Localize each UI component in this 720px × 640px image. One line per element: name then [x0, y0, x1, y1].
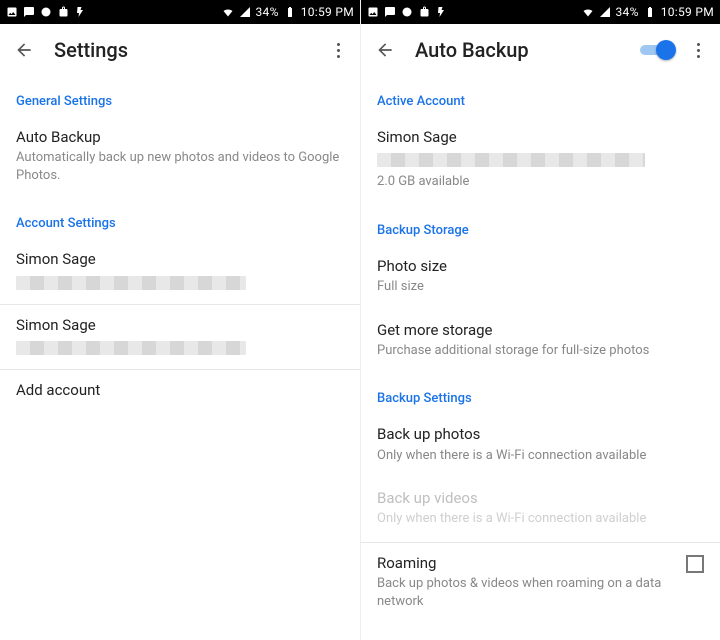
item-subtitle: Automatically back up new photos and vid… — [16, 149, 344, 184]
section-header-backup-storage: Backup Storage — [361, 205, 720, 246]
account-name: Simon Sage — [16, 249, 344, 269]
status-bar: 34% 10:59 PM — [0, 0, 360, 24]
steam-icon — [40, 6, 52, 18]
item-subtitle: Purchase additional storage for full-siz… — [377, 342, 704, 360]
arrow-left-icon — [14, 40, 34, 60]
bolt-icon — [74, 6, 86, 18]
section-header-backup-settings: Backup Settings — [361, 373, 720, 414]
page-title: Settings — [54, 38, 326, 62]
wifi-icon — [582, 6, 594, 18]
arrow-left-icon — [375, 40, 395, 60]
steam-icon — [401, 6, 413, 18]
battery-icon — [284, 6, 296, 18]
roaming-item[interactable]: Roaming Back up photos & videos when roa… — [361, 543, 720, 614]
roaming-checkbox[interactable] — [686, 555, 704, 573]
section-header-general: General Settings — [0, 76, 360, 117]
backup-videos-item: Back up videos Only when there is a Wi-F… — [361, 478, 720, 542]
image-icon — [6, 6, 18, 18]
item-title: Back up photos — [377, 424, 704, 444]
account-email-redacted — [16, 341, 246, 355]
account-item-1[interactable]: Simon Sage — [0, 239, 360, 303]
add-account[interactable]: Add account — [0, 370, 360, 414]
item-subtitle: Full size — [377, 278, 704, 296]
battery-percent: 34% — [256, 5, 279, 19]
storage-available: 2.0 GB available — [377, 173, 704, 191]
signal-icon — [599, 6, 611, 18]
bolt-icon — [435, 6, 447, 18]
auto-backup-toggle[interactable] — [640, 40, 676, 60]
bag-icon — [418, 6, 430, 18]
chat-icon — [23, 6, 35, 18]
chat-icon — [384, 6, 396, 18]
back-button[interactable] — [371, 36, 399, 64]
account-email-redacted — [16, 276, 246, 290]
battery-percent: 34% — [616, 5, 639, 19]
account-item-2[interactable]: Simon Sage — [0, 305, 360, 369]
account-name: Simon Sage — [377, 127, 704, 147]
page-title: Auto Backup — [415, 38, 640, 62]
overflow-menu[interactable] — [326, 43, 350, 58]
item-subtitle: Only when there is a Wi-Fi connection av… — [377, 510, 704, 528]
item-auto-backup[interactable]: Auto Backup Automatically back up new ph… — [0, 117, 360, 198]
item-title: Get more storage — [377, 320, 704, 340]
image-icon — [367, 6, 379, 18]
account-name: Simon Sage — [16, 315, 344, 335]
signal-icon — [239, 6, 251, 18]
section-header-active-account: Active Account — [361, 76, 720, 117]
status-bar: 34% 10:59 PM — [361, 0, 720, 24]
bag-icon — [57, 6, 69, 18]
overflow-menu[interactable] — [686, 43, 710, 58]
get-more-storage-item[interactable]: Get more storage Purchase additional sto… — [361, 310, 720, 374]
item-title: Roaming — [377, 553, 676, 573]
item-subtitle: Only when there is a Wi-Fi connection av… — [377, 447, 704, 465]
clock-time: 10:59 PM — [301, 5, 354, 19]
item-title: Add account — [16, 380, 344, 400]
clock-time: 10:59 PM — [661, 5, 714, 19]
account-email-redacted — [377, 153, 645, 167]
settings-screen: 34% 10:59 PM Settings General Settings A… — [0, 0, 360, 640]
item-title: Photo size — [377, 256, 704, 276]
item-title: Auto Backup — [16, 127, 344, 147]
app-bar: Auto Backup — [361, 24, 720, 76]
item-subtitle: Back up photos & videos when roaming on … — [377, 575, 676, 610]
photo-size-item[interactable]: Photo size Full size — [361, 246, 720, 310]
backup-photos-item[interactable]: Back up photos Only when there is a Wi-F… — [361, 414, 720, 478]
battery-icon — [644, 6, 656, 18]
app-bar: Settings — [0, 24, 360, 76]
back-button[interactable] — [10, 36, 38, 64]
section-header-account: Account Settings — [0, 198, 360, 239]
wifi-icon — [222, 6, 234, 18]
auto-backup-screen: 34% 10:59 PM Auto Backup Active Account … — [360, 0, 720, 640]
active-account-item[interactable]: Simon Sage 2.0 GB available — [361, 117, 720, 205]
item-title: Back up videos — [377, 488, 704, 508]
